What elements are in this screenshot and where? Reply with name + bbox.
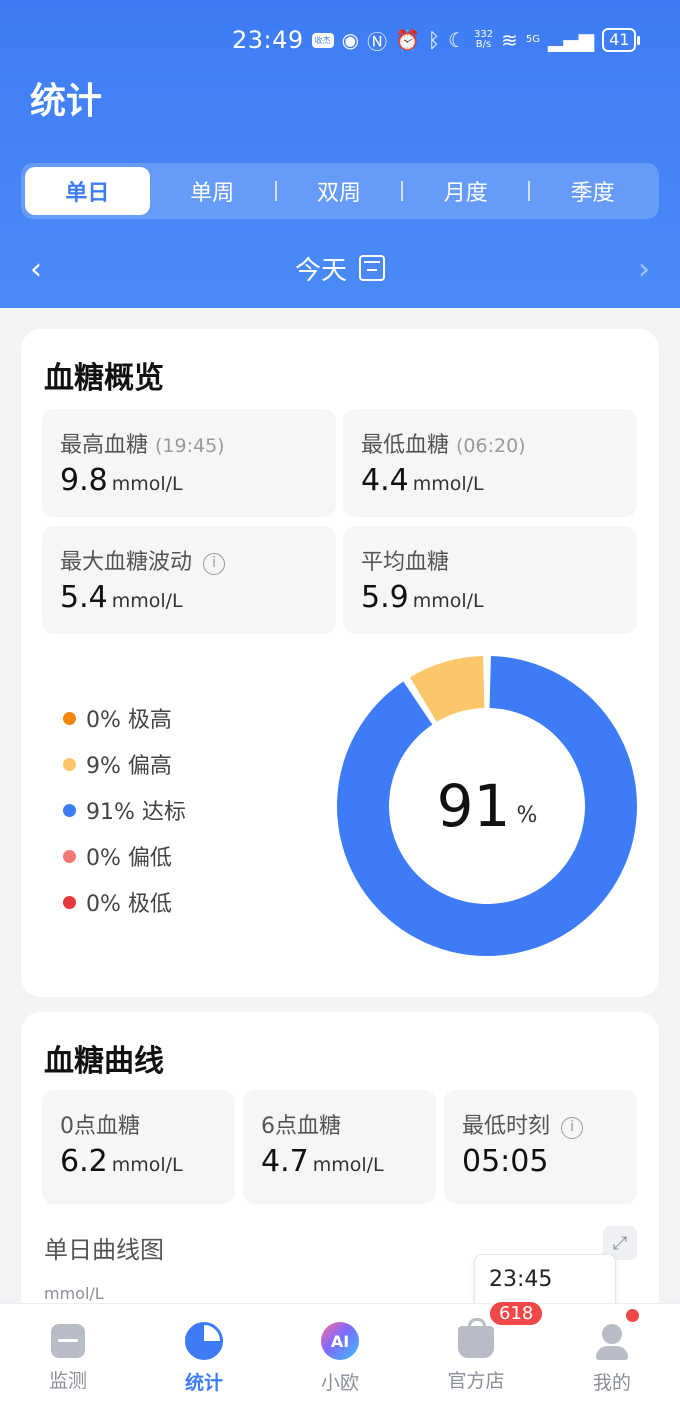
legend-item-in-range: 91% 达标 — [63, 787, 186, 833]
stat-label: 平均血糖 — [361, 550, 450, 575]
stat-label: 最低血糖 (06:20) — [361, 433, 526, 458]
stat-value: 4.7 mmol/L — [261, 1144, 384, 1179]
page-title: 统计 — [30, 81, 103, 122]
stat-lowest-time: 最低时刻 i 05:05 — [444, 1090, 637, 1204]
stat-value: 5.9 mmol/L — [361, 580, 484, 615]
stat-max-fluctuation: 最大血糖波动 i 5.4 mmol/L — [42, 526, 336, 634]
stat-value: 05:05 — [462, 1144, 549, 1179]
signal-icon: ▂▄▆ — [547, 28, 595, 52]
stat-value: 9.8 mmol/L — [60, 463, 183, 498]
card-title: 血糖概览 — [44, 361, 164, 396]
stat-value: 5.4 mmol/L — [60, 580, 183, 615]
nav-label: 监测 — [48, 1370, 87, 1392]
stat-min-glucose: 最低血糖 (06:20) 4.4 mmol/L — [343, 409, 637, 517]
range-legend: 0% 极高 9% 偏高 91% 达标 0% 偏低 0% 极低 — [63, 695, 186, 925]
tab-week[interactable]: 单周 — [150, 167, 275, 215]
shopping-bag-icon — [458, 1318, 494, 1358]
stat-average-glucose: 平均血糖 5.9 mmol/L — [343, 526, 637, 634]
stat-value: 4.4 mmol/L — [361, 463, 484, 498]
period-tabs: 单日 单周 双周 月度 季度 — [21, 163, 659, 219]
chevron-left-icon[interactable]: ‹ — [30, 252, 42, 287]
nav-label: 官方店 — [447, 1370, 505, 1392]
date-label[interactable]: 今天 — [295, 250, 347, 287]
nav-label: 统计 — [184, 1372, 223, 1394]
ai-assistant-icon: AI — [321, 1322, 359, 1360]
legend-dot — [63, 895, 76, 909]
daily-curve-title: 单日曲线图 — [44, 1236, 164, 1264]
stat-label: 最大血糖波动 i — [60, 544, 226, 576]
glucose-overview-card: 血糖概览 最高血糖 (19:45) 9.8 mmol/L 最低血糖 (06:20)… — [21, 329, 659, 997]
moon-icon: ☾ — [448, 28, 466, 52]
stat-value: 6.2 mmol/L — [60, 1144, 183, 1179]
status-time: 23:49 — [232, 26, 304, 54]
tab-month[interactable]: 月度 — [403, 167, 528, 215]
stat-midnight-glucose: 0点血糖 6.2 mmol/L — [42, 1090, 235, 1204]
axis-unit-label: mmol/L — [44, 1284, 104, 1303]
nav-statistics[interactable]: 统计 — [136, 1304, 272, 1403]
alarm-icon: ⏰ — [395, 28, 421, 52]
donut-center: 91 % — [336, 655, 638, 957]
wifi-icon: ≋ — [501, 28, 518, 52]
stat-label: 6点血糖 — [261, 1114, 341, 1139]
legend-dot — [63, 711, 76, 725]
network-type: 5G — [525, 34, 540, 45]
stat-six-am-glucose: 6点血糖 4.7 mmol/L — [243, 1090, 436, 1204]
eye-icon: ◉ — [341, 28, 360, 52]
promo-badge: 618 — [488, 1300, 545, 1327]
chevron-right-icon[interactable]: › — [638, 252, 650, 287]
tooltip-time: 23:45 — [489, 1267, 553, 1292]
notification-dot — [626, 1309, 639, 1322]
legend-item-high: 9% 偏高 — [63, 741, 186, 787]
nfc-icon: Ⓝ — [367, 29, 388, 54]
tab-day[interactable]: 单日 — [25, 167, 150, 215]
nav-label: 小欧 — [320, 1372, 359, 1394]
battery-icon: 41 — [602, 28, 641, 52]
app-badge-icon: 收杰 — [311, 32, 334, 48]
bluetooth-icon: ᛒ — [428, 28, 441, 52]
stat-label: 最低时刻 i — [462, 1108, 584, 1140]
bottom-navigation: 监测 统计 AI 小欧 官方店 我的 618 — [0, 1300, 680, 1403]
calendar-icon[interactable] — [359, 255, 385, 281]
stat-max-glucose: 最高血糖 (19:45) 9.8 mmol/L — [42, 409, 336, 517]
legend-item-very-high: 0% 极高 — [63, 695, 186, 741]
tab-two-weeks[interactable]: 双周 — [277, 167, 402, 215]
nav-label: 我的 — [592, 1372, 631, 1394]
legend-item-very-low: 0% 极低 — [63, 879, 186, 925]
user-icon — [593, 1322, 631, 1360]
stat-label: 0点血糖 — [60, 1114, 140, 1139]
legend-dot — [63, 803, 76, 817]
legend-dot — [63, 757, 76, 771]
info-icon[interactable]: i — [203, 553, 226, 575]
legend-dot — [63, 849, 76, 863]
header: 23:49 收杰 ◉ Ⓝ ⏰ ᛒ ☾ 332 B/s ≋ 5G ▂▄▆ 41 统… — [0, 0, 680, 308]
monitor-icon — [51, 1324, 85, 1358]
donut-value: 91 — [436, 772, 511, 840]
stat-label: 最高血糖 (19:45) — [60, 433, 225, 458]
pie-chart-icon — [185, 1322, 223, 1360]
nav-monitor[interactable]: 监测 — [0, 1304, 136, 1403]
card-title: 血糖曲线 — [44, 1044, 164, 1079]
legend-item-low: 0% 偏低 — [63, 833, 186, 879]
net-speed: 332 B/s — [473, 29, 494, 50]
info-icon[interactable]: i — [561, 1117, 584, 1139]
donut-unit: % — [516, 802, 538, 828]
nav-profile[interactable]: 我的 — [544, 1304, 680, 1403]
nav-assistant[interactable]: AI 小欧 — [272, 1304, 408, 1403]
status-bar: 23:49 收杰 ◉ Ⓝ ⏰ ᛒ ☾ 332 B/s ≋ 5G ▂▄▆ 41 — [232, 22, 641, 58]
tab-quarter[interactable]: 季度 — [530, 167, 655, 215]
date-navigator: ‹ 今天 › — [0, 240, 680, 296]
